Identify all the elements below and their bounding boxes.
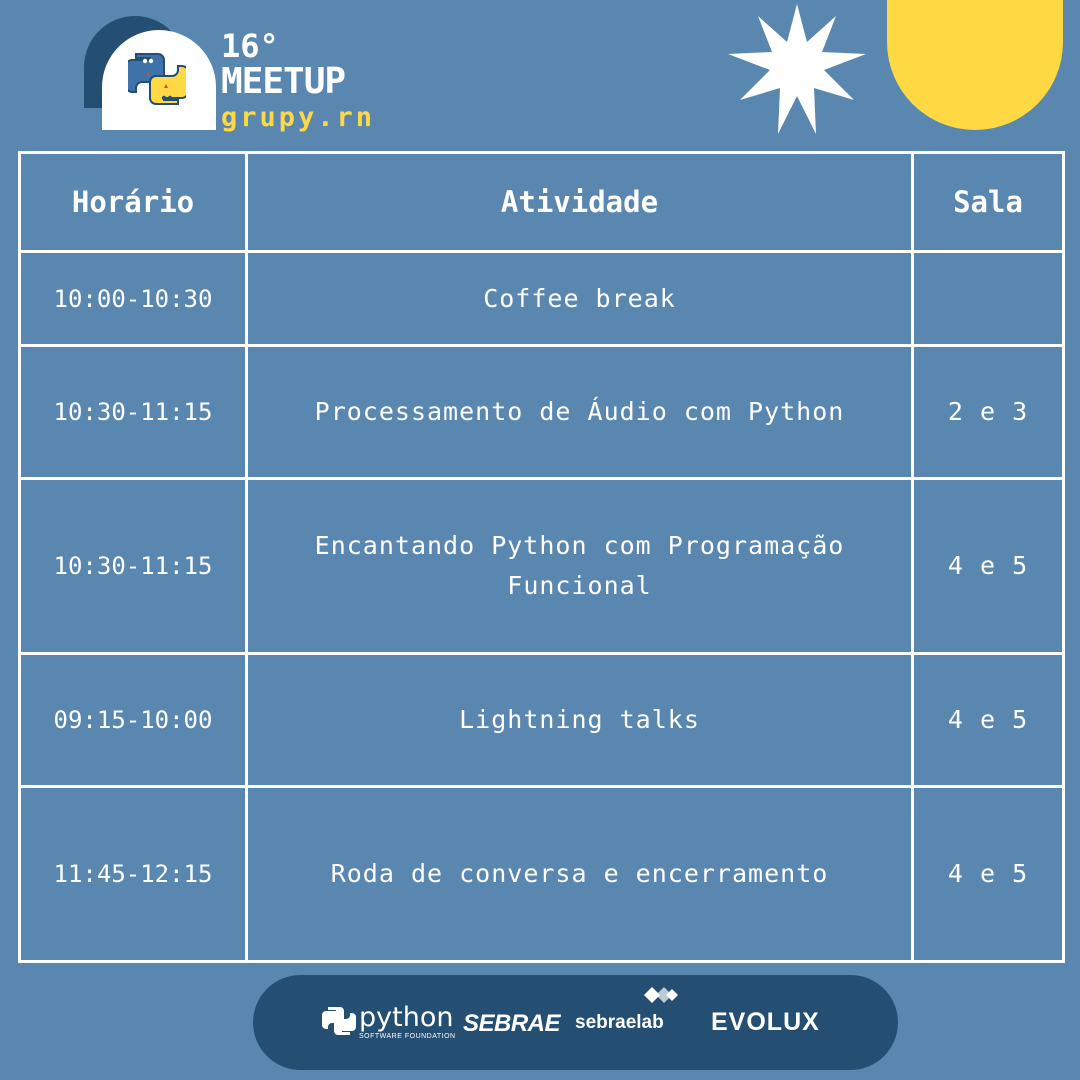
- time-cell: 11:45-12:15: [18, 785, 248, 963]
- column-header-time: Horário: [18, 151, 248, 253]
- sebrae-logo: SEBRAE: [463, 1010, 561, 1037]
- edition-number: 16°: [221, 27, 279, 65]
- time-cell: 10:30-11:15: [18, 477, 248, 655]
- python-psf-logo-icon: [322, 1007, 356, 1035]
- room-cell: [911, 250, 1065, 347]
- evolux-logo: EVOLUX: [711, 1008, 820, 1036]
- table-row: 09:15-10:00 Lightning talks 4 e 5: [18, 652, 1065, 788]
- event-name: MEETUP: [221, 61, 346, 102]
- room-cell: 4 e 5: [911, 477, 1065, 655]
- table-header-row: Horário Atividade Sala: [18, 151, 1065, 253]
- table-row: 10:30-11:15 Processamento de Áudio com P…: [18, 344, 1065, 480]
- event-title: 16° MEETUP grupy.rn: [221, 30, 375, 131]
- room-cell: 4 e 5: [911, 785, 1065, 963]
- python-sponsor-sub: SOFTWARE FOUNDATION: [359, 1033, 456, 1040]
- activity-cell: Encantando Python com Programação Funcio…: [245, 477, 914, 655]
- python-psf-logo: python SOFTWARE FOUNDATION: [322, 1004, 456, 1040]
- activity-cell: Processamento de Áudio com Python: [245, 344, 914, 480]
- schedule-table: Horário Atividade Sala 10:00-10:30 Coffe…: [18, 151, 1065, 963]
- python-logo-icon: [128, 53, 186, 105]
- table-row: 10:30-11:15 Encantando Python com Progra…: [18, 477, 1065, 655]
- starburst-icon: [728, 4, 866, 134]
- column-header-room: Sala: [911, 151, 1065, 253]
- sebraelab-logo-icon: [644, 987, 678, 1003]
- room-cell: 2 e 3: [911, 344, 1065, 480]
- time-cell: 09:15-10:00: [18, 652, 248, 788]
- activity-cell: Coffee break: [245, 250, 914, 347]
- activity-cell: Roda de conversa e encerramento: [245, 785, 914, 963]
- python-sponsor-name: python: [359, 1002, 454, 1033]
- group-name: grupy.rn: [221, 102, 376, 133]
- time-cell: 10:00-10:30: [18, 250, 248, 347]
- half-sun-shape: [887, 0, 1063, 130]
- room-cell: 4 e 5: [911, 652, 1065, 788]
- column-header-activity: Atividade: [245, 151, 914, 253]
- activity-cell: Lightning talks: [245, 652, 914, 788]
- table-row: 10:00-10:30 Coffee break: [18, 250, 1065, 347]
- table-row: 11:45-12:15 Roda de conversa e encerrame…: [18, 785, 1065, 963]
- time-cell: 10:30-11:15: [18, 344, 248, 480]
- sebraelab-logo: sebraelab: [575, 1012, 664, 1033]
